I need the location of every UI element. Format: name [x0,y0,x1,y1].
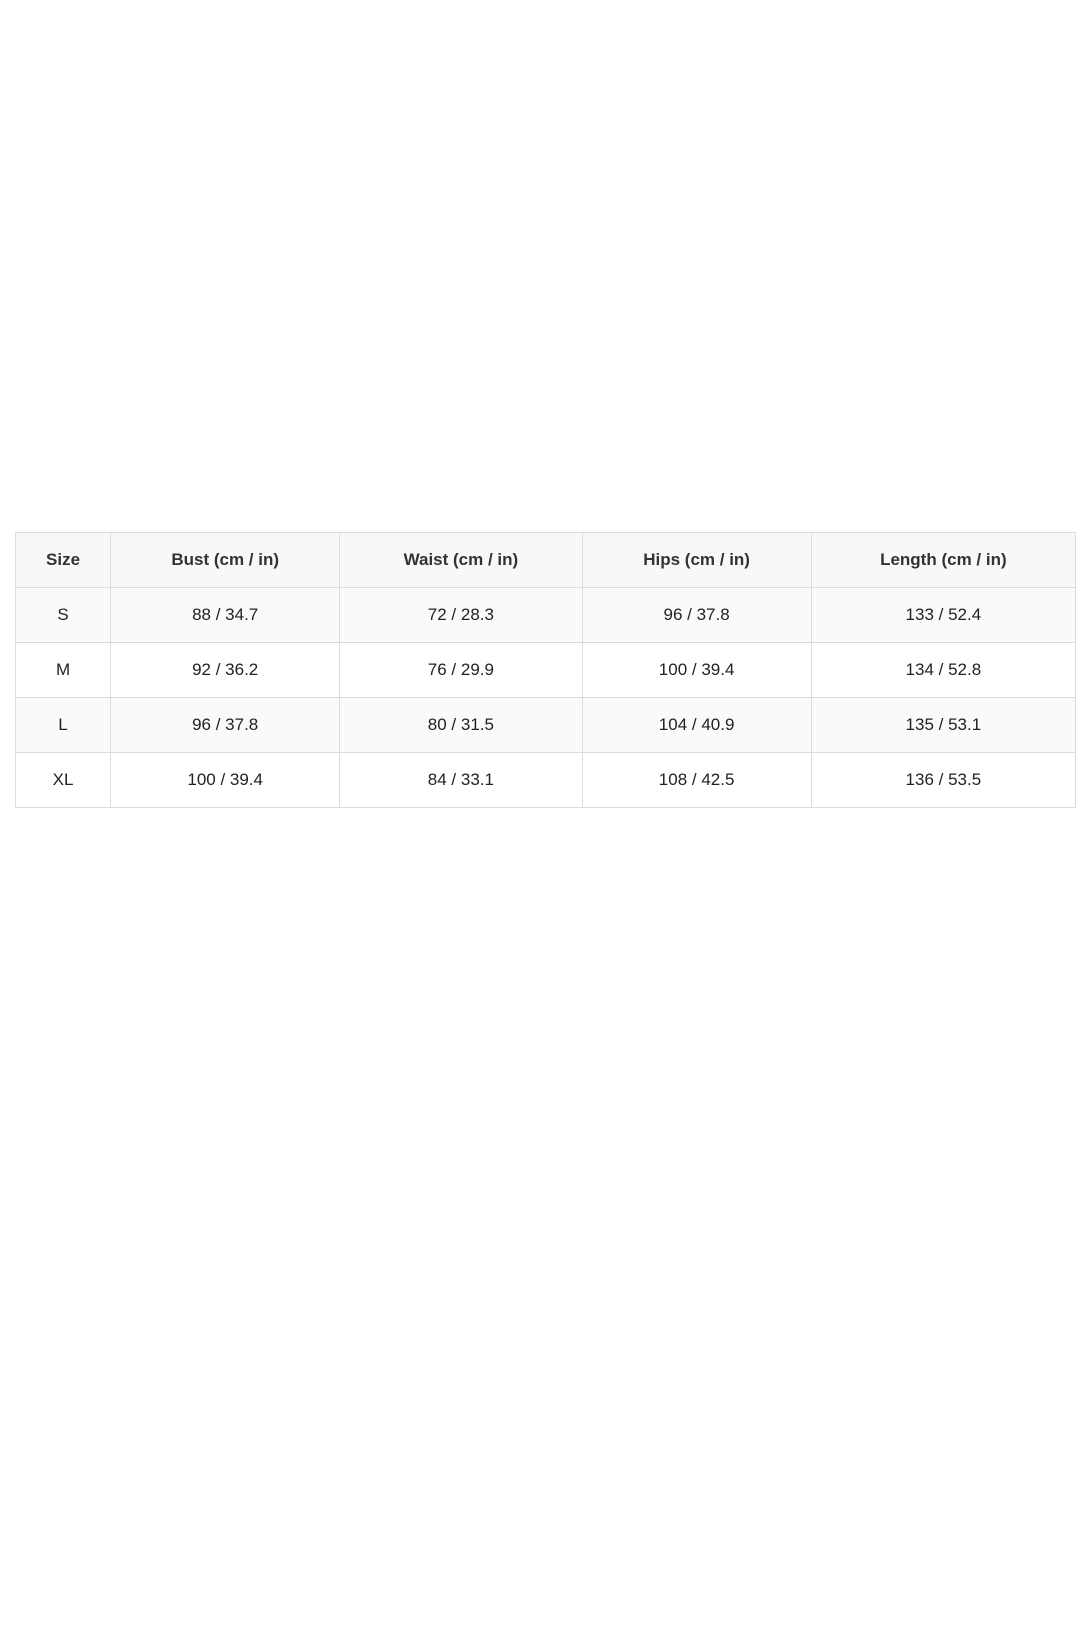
cell-length: 134 / 52.8 [810,642,1077,698]
cell-hips: 100 / 39.4 [581,642,812,698]
size-chart-table: Size Bust (cm / in) Waist (cm / in) Hips… [14,532,1077,808]
cell-bust: 100 / 39.4 [110,752,341,808]
header-bust: Bust (cm / in) [110,532,341,588]
cell-waist: 72 / 28.3 [339,587,583,643]
cell-size: XL [14,752,112,808]
cell-waist: 84 / 33.1 [339,752,583,808]
cell-bust: 96 / 37.8 [110,697,341,753]
header-waist: Waist (cm / in) [339,532,583,588]
cell-hips: 104 / 40.9 [581,697,812,753]
cell-waist: 76 / 29.9 [339,642,583,698]
cell-length: 136 / 53.5 [810,752,1077,808]
header-row: Size Bust (cm / in) Waist (cm / in) Hips… [14,532,1077,588]
table-row: M 92 / 36.2 76 / 29.9 100 / 39.4 134 / 5… [14,642,1077,698]
table-row: XL 100 / 39.4 84 / 33.1 108 / 42.5 136 /… [14,752,1077,808]
cell-bust: 88 / 34.7 [110,587,341,643]
cell-bust: 92 / 36.2 [110,642,341,698]
cell-waist: 80 / 31.5 [339,697,583,753]
cell-size: L [14,697,112,753]
table-row: L 96 / 37.8 80 / 31.5 104 / 40.9 135 / 5… [14,697,1077,753]
cell-size: S [14,587,112,643]
cell-hips: 108 / 42.5 [581,752,812,808]
table-header: Size Bust (cm / in) Waist (cm / in) Hips… [14,532,1077,588]
table-row: S 88 / 34.7 72 / 28.3 96 / 37.8 133 / 52… [14,587,1077,643]
cell-hips: 96 / 37.8 [581,587,812,643]
header-size: Size [14,532,112,588]
header-length: Length (cm / in) [810,532,1077,588]
cell-size: M [14,642,112,698]
cell-length: 133 / 52.4 [810,587,1077,643]
cell-length: 135 / 53.1 [810,697,1077,753]
table-body: S 88 / 34.7 72 / 28.3 96 / 37.8 133 / 52… [14,587,1077,808]
header-hips: Hips (cm / in) [581,532,812,588]
